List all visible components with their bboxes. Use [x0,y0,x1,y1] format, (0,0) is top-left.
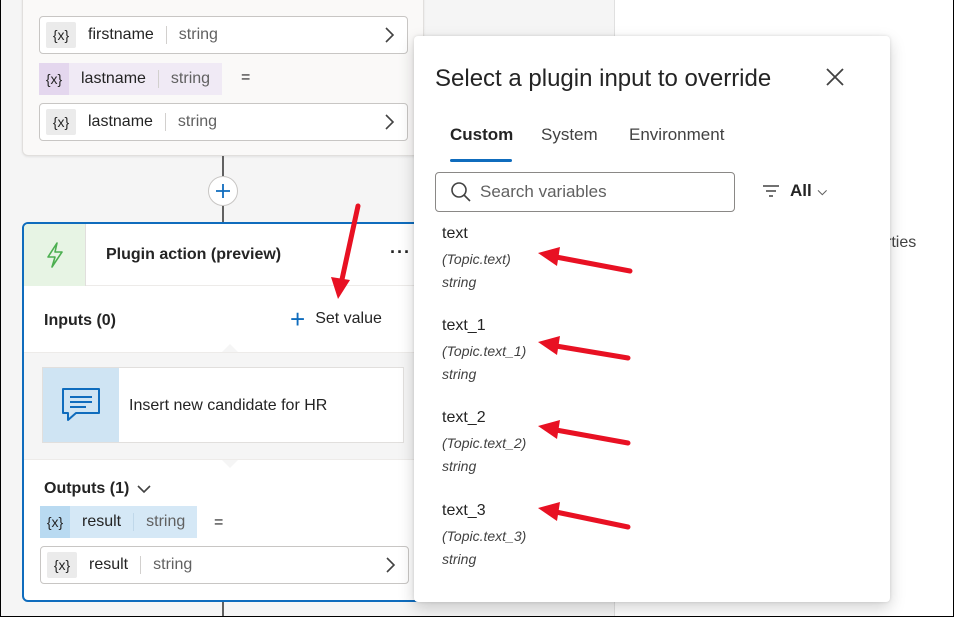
tab-environment[interactable]: Environment [629,125,724,145]
variable-type: string [133,513,197,531]
connector-line [222,206,224,222]
variable-type: string [165,26,230,44]
variable-name: firstname [88,26,154,43]
variable-row-firstname[interactable]: {x} firstname string [39,16,408,54]
plugin-input-flyout: Select a plugin input to override Custom… [414,36,890,602]
variable-option-type: string [442,274,477,290]
variable-option-text-1[interactable]: text_1 (Topic.text_1) string [442,317,662,397]
equals-sign: = [214,514,224,531]
variable-icon: {x} [46,109,76,135]
variable-option-name: text_1 [442,317,486,334]
plus-icon: + [290,304,306,334]
lightning-icon [46,242,63,268]
variable-option-name: text [442,225,468,242]
variable-type: string [140,556,204,574]
variable-option-type: string [442,458,477,474]
properties-panel-text: rties [886,234,917,251]
plus-icon [216,184,230,198]
variable-name: result [89,556,129,573]
assign-variable-chip[interactable]: {x} lastname string [39,63,223,95]
filter-icon [763,185,779,197]
plugin-action-card[interactable]: Plugin action (preview) ··· Inputs (0) +… [22,222,424,602]
chevron-right-icon[interactable] [384,556,396,574]
chevron-right-icon[interactable] [383,26,395,44]
variable-type: string [164,113,229,131]
variable-icon: {x} [46,22,76,48]
output-variable-row[interactable]: {x} result string [40,546,409,584]
chat-message-icon [62,388,100,421]
variable-option-type: string [442,366,477,382]
filter-label: All [790,181,812,200]
output-variable-chip[interactable]: {x} result string [40,506,198,538]
frame-border [0,0,1,617]
more-options-button[interactable]: ··· [390,242,411,263]
set-value-label: Set value [315,310,382,327]
inputs-label: Inputs (0) [44,312,116,329]
equals-sign: = [241,69,251,86]
variable-option-text-3[interactable]: text_3 (Topic.text_3) string [442,502,662,582]
search-variables-box[interactable] [435,172,735,212]
variable-name: result [82,513,122,530]
plugin-card-header: Plugin action (preview) ··· [24,224,422,286]
flyout-title: Select a plugin input to override [435,65,772,92]
variable-option-path: (Topic.text) [442,251,511,267]
plugin-icon-box [24,224,86,286]
tab-system[interactable]: System [541,125,598,145]
variable-icon: {x} [40,506,70,538]
chevron-down-icon [137,485,151,494]
tab-custom[interactable]: Custom [450,125,513,145]
variable-option-name: text_2 [442,409,486,426]
variable-name: lastname [88,113,153,130]
variable-row-lastname[interactable]: {x} lastname string [39,103,408,141]
variable-node-card[interactable]: {x} firstname string {x} lastname string… [22,0,424,156]
search-icon [451,182,471,202]
filter-dropdown[interactable]: All ⌵ [762,181,827,201]
variable-option-text-2[interactable]: text_2 (Topic.text_2) string [442,409,662,489]
set-value-button[interactable]: + Set value [290,306,382,332]
variable-option-name: text_3 [442,502,486,519]
message-section: Insert new candidate for HR [24,352,422,460]
outputs-label: Outputs (1) [44,480,130,497]
outputs-toggle[interactable]: Outputs (1) [44,480,151,498]
variable-name: lastname [81,70,146,87]
add-node-button[interactable] [208,176,238,206]
variable-option-path: (Topic.text_3) [442,528,527,544]
variable-option-type: string [442,551,477,567]
connector-line [222,602,224,617]
message-icon-box [43,368,119,442]
search-input[interactable] [480,182,720,202]
variable-type: string [157,70,222,88]
variable-icon: {x} [39,63,69,95]
chevron-right-icon[interactable] [383,113,395,131]
close-icon[interactable] [824,66,846,88]
variable-option-text[interactable]: text (Topic.text) string [442,225,662,305]
active-tab-indicator [450,159,512,162]
message-card[interactable]: Insert new candidate for HR [42,367,404,443]
variable-option-path: (Topic.text_1) [442,343,527,359]
plugin-card-title: Plugin action (preview) [106,246,282,263]
variable-icon: {x} [47,552,77,578]
variable-option-path: (Topic.text_2) [442,435,527,451]
section-notch [222,460,238,468]
message-text: Insert new candidate for HR [129,397,328,414]
chevron-down-icon: ⌵ [817,183,827,198]
connector-line [222,156,224,176]
section-notch [222,344,238,352]
